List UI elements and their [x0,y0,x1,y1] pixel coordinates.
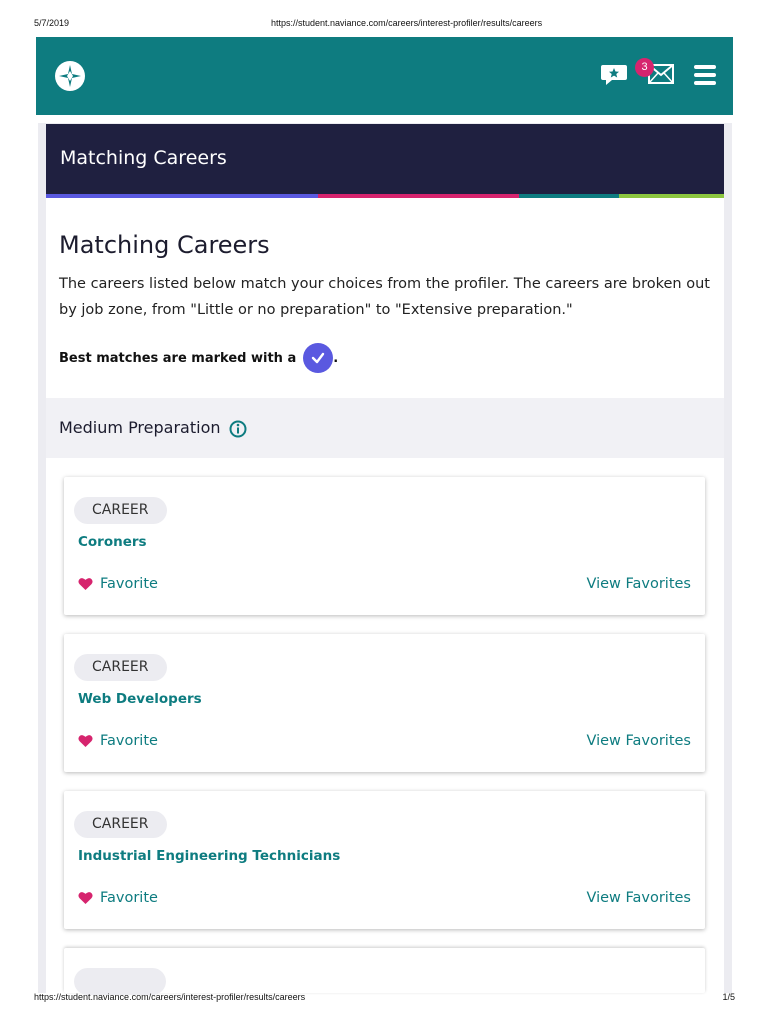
career-name-link[interactable]: Coroners [78,534,147,550]
section-header: Medium Preparation [46,398,724,458]
print-header: 5/7/2019 https://student.naviance.com/ca… [0,18,768,32]
best-matches-period: . [333,350,339,366]
career-card-partial [64,948,705,995]
favorite-button[interactable]: Favorite [78,890,158,906]
print-url: https://student.naviance.com/careers/int… [271,18,543,28]
career-card: CAREER Coroners Favorite View Favorites [64,477,705,615]
view-favorites-link[interactable]: View Favorites [586,733,691,749]
print-date: 5/7/2019 [34,18,70,28]
page-title: Matching Careers [60,147,227,169]
page-title-bar: Matching Careers [46,124,724,194]
notification-count-badge: 3 [635,58,654,77]
main-heading: Matching Careers [59,231,270,259]
check-badge-icon [303,343,334,373]
career-type-chip [74,968,166,995]
career-name-link[interactable]: Industrial Engineering Technicians [78,848,340,864]
intro-text: The careers listed below match your choi… [59,276,710,318]
career-name-link[interactable]: Web Developers [78,691,202,707]
hamburger-menu-icon[interactable] [694,65,716,87]
favorite-label: Favorite [100,890,158,906]
career-type-chip: CAREER [74,654,167,681]
career-card: CAREER Web Developers Favorite View Favo… [64,634,705,772]
top-app-bar: 3 [36,37,733,115]
best-matches-text: Best matches are marked with a [59,350,297,366]
career-card: CAREER Industrial Engineering Technician… [64,791,705,929]
heart-icon [78,578,93,590]
best-matches-note: Best matches are marked with a . [59,343,338,373]
career-type-chip: CAREER [74,497,167,524]
heart-icon [78,892,93,904]
footer-url: https://student.naviance.com/careers/int… [34,992,306,1002]
favorite-button[interactable]: Favorite [78,733,158,749]
heart-icon [78,735,93,747]
compass-logo-icon[interactable] [55,61,85,91]
view-favorites-link[interactable]: View Favorites [586,576,691,592]
chat-star-icon[interactable] [600,63,628,87]
footer-page-number: 1/5 [722,992,735,1002]
career-type-chip: CAREER [74,811,167,838]
print-footer: https://student.naviance.com/careers/int… [0,992,768,1006]
favorite-button[interactable]: Favorite [78,576,158,592]
section-title: Medium Preparation [59,418,221,437]
main-content: Matching Careers The careers listed belo… [46,198,724,995]
view-favorites-link[interactable]: View Favorites [586,890,691,906]
favorite-label: Favorite [100,576,158,592]
info-icon[interactable] [229,420,247,438]
favorite-label: Favorite [100,733,158,749]
